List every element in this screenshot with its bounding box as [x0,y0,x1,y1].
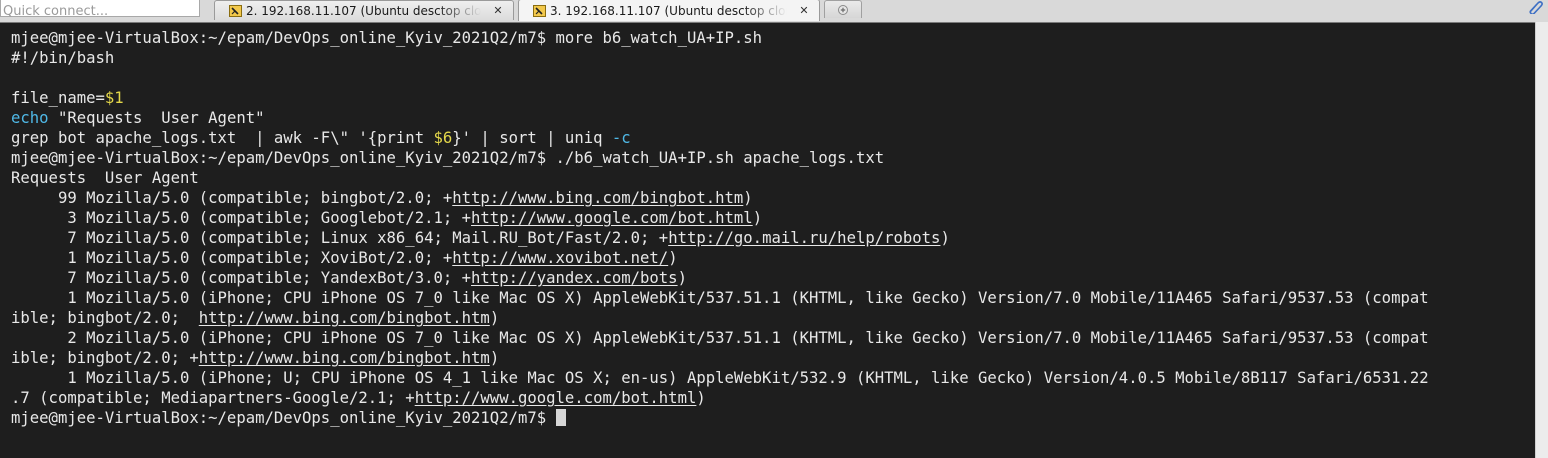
terminal-line: .7 (compatible; Mediapartners-Google/2.1… [11,388,1535,408]
code-text: ) [940,229,950,247]
url-link[interactable]: http://www.bing.com/bingbot.htm [452,189,743,207]
url-link[interactable]: http://www.google.com/bot.html [471,209,753,227]
code-text: file_name= [11,89,105,107]
code-text: ) [696,389,706,407]
url-link[interactable]: http://www.bing.com/bingbot.htm [199,309,490,327]
code-text: ) [677,269,687,287]
terminal-line: ible; bingbot/2.0; http://www.bing.com/b… [11,308,1535,328]
terminal-line: file_name=$1 [11,88,1535,108]
terminal-session-icon [229,4,242,17]
terminal-session-icon [533,4,546,17]
terminal-line: 7 Mozilla/5.0 (compatible; Linux x86_64;… [11,228,1535,248]
code-text: ) [752,209,763,227]
terminal-line: 3 Mozilla/5.0 (compatible; Googlebot/2.1… [11,208,1535,228]
code-text: 7 Mozilla/5.0 (compatible; Linux x86_64;… [11,229,669,247]
code-text: .7 (compatible; Mediapartners-Google/2.1… [11,389,415,407]
tab-session-3[interactable]: 3. 192.168.11.107 (Ubuntu desctop clone)… [518,0,820,21]
url-link[interactable]: http://www.xovibot.net/ [452,249,668,267]
text-cursor [555,409,566,426]
close-icon[interactable]: ✕ [491,4,505,17]
terminal-output[interactable]: mjee@mjee-VirtualBox:~/epam/DevOps_onlin… [0,22,1535,458]
terminal-line: mjee@mjee-VirtualBox:~/epam/DevOps_onlin… [11,29,763,47]
keyword-token: echo [11,109,49,127]
terminal-line: 2 Mozilla/5.0 (iPhone; CPU iPhone OS 7_0… [11,329,1429,347]
code-text: ) [489,309,500,327]
terminal-line: 99 Mozilla/5.0 (compatible; bingbot/2.0;… [11,188,1535,208]
code-text: }' | sort | uniq [452,129,612,147]
new-tab-button[interactable] [824,0,862,18]
terminal-line: 7 Mozilla/5.0 (compatible; YandexBot/3.0… [11,268,1535,288]
close-icon[interactable]: ✕ [797,4,811,17]
terminal-prompt-line[interactable]: mjee@mjee-VirtualBox:~/epam/DevOps_onlin… [11,408,1535,428]
code-text: ) [743,189,753,207]
terminal-line: grep bot apache_logs.txt | awk -F\" '{pr… [11,128,1535,148]
code-text: ible; bingbot/2.0; + [11,349,199,367]
terminal-line: 1 Mozilla/5.0 (compatible; XoviBot/2.0; … [11,248,1535,268]
quick-connect-input[interactable] [1,4,199,19]
url-link[interactable]: http://yandex.com/bots [471,269,678,287]
url-link[interactable]: http://www.google.com/bot.html [415,389,697,407]
new-tab-icon [838,4,848,15]
code-text: ) [489,349,500,367]
url-link[interactable]: http://go.mail.ru/help/robots [668,229,940,247]
option-token: -c [611,129,631,147]
code-text: grep bot apache_logs.txt | awk -F\" '{pr… [11,129,434,147]
terminal-line: ible; bingbot/2.0; +http://www.bing.com/… [11,348,1535,368]
terminal-line: 1 Mozilla/5.0 (iPhone; U; CPU iPhone OS … [11,369,1429,387]
tab-label: 3. 192.168.11.107 (Ubuntu desctop clone) [550,3,797,18]
shell-prompt: mjee@mjee-VirtualBox:~/epam/DevOps_onlin… [11,409,556,427]
code-text: ) [668,249,678,267]
code-text: 99 Mozilla/5.0 (compatible; bingbot/2.0;… [11,189,453,207]
url-link[interactable]: http://www.bing.com/bingbot.htm [199,349,490,367]
quick-connect-box[interactable] [0,0,200,19]
paperclip-icon[interactable] [1526,0,1544,14]
terminal-line: #!/bin/bash [11,49,115,67]
variable-token: $6 [433,129,453,147]
code-text: "Requests User Agent" [48,109,265,127]
code-text: 3 Mozilla/5.0 (compatible; Googlebot/2.1… [11,209,472,227]
tab-session-2[interactable]: 2. 192.168.11.107 (Ubuntu desctop clone)… [214,0,514,20]
terminal-line: mjee@mjee-VirtualBox:~/epam/DevOps_onlin… [11,149,885,167]
vertical-scrollbar[interactable] [1535,22,1548,458]
code-text: 7 Mozilla/5.0 (compatible; YandexBot/3.0… [11,269,472,287]
code-text: ible; bingbot/2.0; [11,309,199,327]
terminal-line: 1 Mozilla/5.0 (iPhone; CPU iPhone OS 7_0… [11,289,1429,307]
terminal-line: Requests User Agent [11,169,199,187]
variable-token: $1 [104,89,124,107]
code-text: 1 Mozilla/5.0 (compatible; XoviBot/2.0; … [11,249,453,267]
session-tab-strip: 2. 192.168.11.107 (Ubuntu desctop clone)… [0,0,1548,22]
terminal-line: echo "Requests User Agent" [11,108,1535,128]
tab-label: 2. 192.168.11.107 (Ubuntu desctop clone) [246,3,491,18]
